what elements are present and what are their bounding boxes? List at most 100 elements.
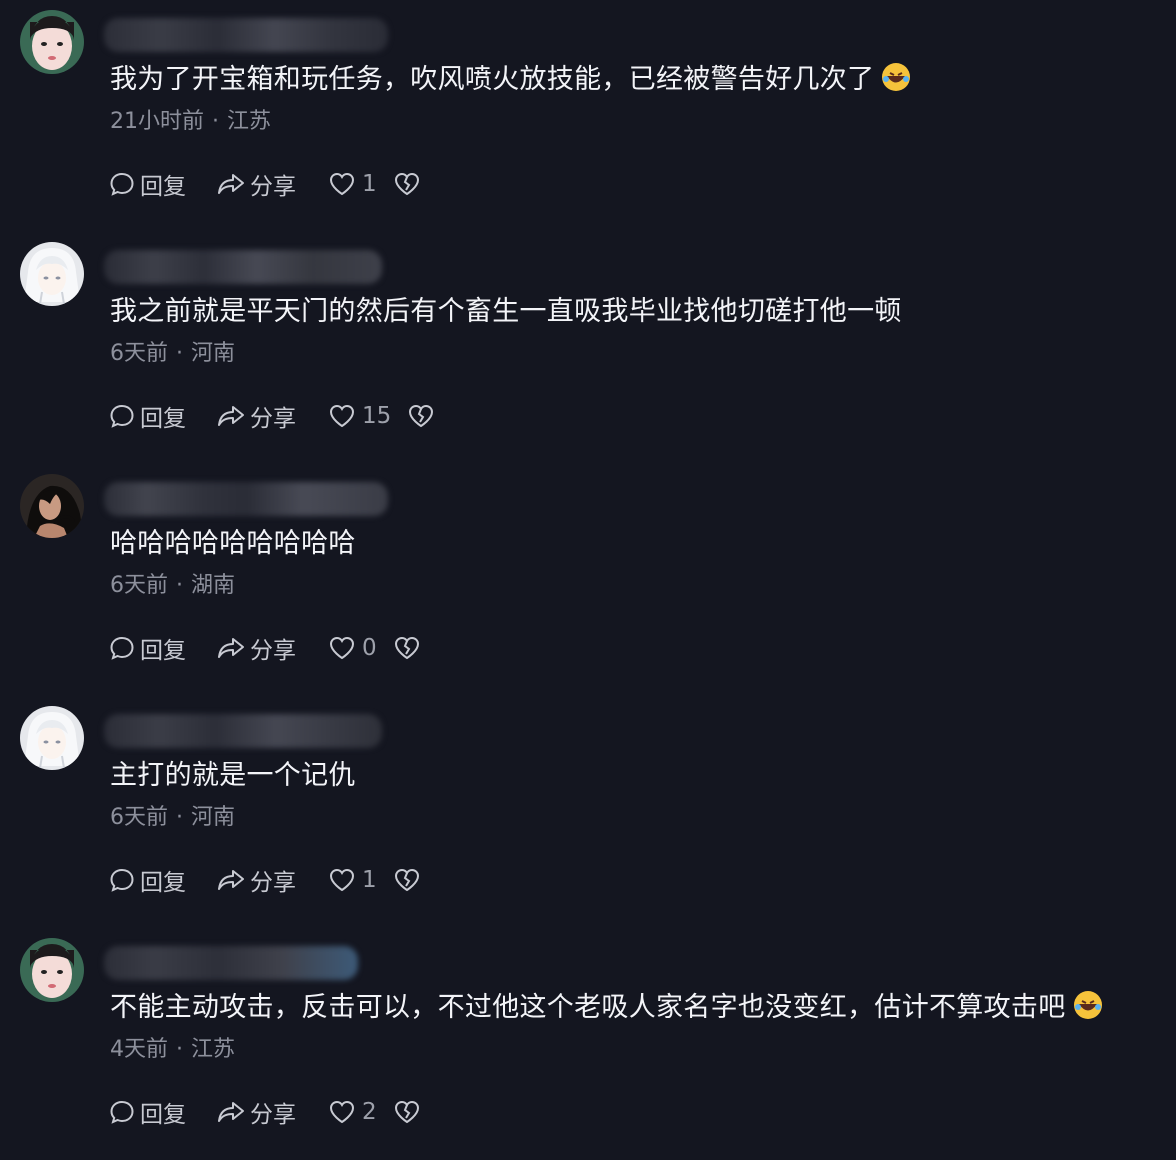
- meta-separator: ·: [212, 109, 219, 134]
- rofl-emoji-icon: [1072, 989, 1104, 1033]
- reply-label: 回复: [140, 1102, 186, 1128]
- comment-item: 哈哈哈哈哈哈哈哈哈 6天前 · 湖南 回复 分享 0: [0, 464, 1176, 696]
- heart-icon: [329, 172, 355, 196]
- like-count: 0: [362, 635, 377, 661]
- comment-text: 不能主动攻击，反击可以，不过他这个老吸人家名字也没变红，估计不算攻击吧: [110, 988, 1104, 1033]
- share-arrow-icon: [218, 870, 244, 890]
- rofl-emoji-icon: [880, 61, 912, 105]
- reply-label: 回复: [140, 406, 186, 432]
- white-hair-anime-avatar-icon: [20, 706, 84, 770]
- comment-time: 21小时前: [110, 109, 204, 134]
- meta-separator: ·: [176, 573, 183, 598]
- comment-location: 江苏: [227, 109, 272, 134]
- comment-bubble-icon: [110, 172, 134, 196]
- comment-actions: 回复 分享 0: [108, 630, 421, 666]
- girl-face-avatar-icon: [20, 10, 84, 74]
- reply-label: 回复: [140, 174, 186, 200]
- like-button[interactable]: 2: [328, 1098, 377, 1126]
- heart-icon: [329, 636, 355, 660]
- comment-time: 6天前: [110, 573, 168, 598]
- comment-time: 4天前: [110, 1037, 168, 1062]
- comment-location: 湖南: [191, 573, 236, 598]
- like-count: 1: [362, 867, 377, 893]
- comment-meta: 21小时前 · 江苏: [110, 107, 271, 137]
- comment-actions: 回复 分享 15: [108, 398, 435, 434]
- username-blurred[interactable]: [104, 482, 388, 516]
- comment-text: 主打的就是一个记仇: [110, 756, 356, 796]
- reply-label: 回复: [140, 870, 186, 896]
- comment-text-content: 哈哈哈哈哈哈哈哈哈: [110, 528, 356, 559]
- like-count: 15: [362, 403, 392, 429]
- heart-icon: [329, 868, 355, 892]
- like-button[interactable]: 1: [328, 170, 377, 198]
- broken-heart-icon: [394, 1100, 419, 1124]
- comment-item: 我为了开宝箱和玩任务，吹风喷火放技能，已经被警告好几次了 21小时前 · 江苏 回复…: [0, 0, 1176, 232]
- comment-bubble-icon: [110, 404, 134, 428]
- username-blurred[interactable]: [104, 250, 382, 284]
- comment-item: 不能主动攻击，反击可以，不过他这个老吸人家名字也没变红，估计不算攻击吧 4天前 ·…: [0, 928, 1176, 1160]
- heart-icon: [329, 1100, 355, 1124]
- share-button[interactable]: 分享: [216, 167, 328, 201]
- username-blurred[interactable]: [104, 946, 358, 980]
- share-label: 分享: [250, 870, 296, 896]
- comment-meta: 6天前 · 河南: [110, 803, 235, 833]
- dislike-button[interactable]: [393, 634, 421, 662]
- dislike-button[interactable]: [393, 170, 421, 198]
- reply-button[interactable]: 回复: [108, 167, 216, 201]
- broken-heart-icon: [394, 636, 419, 660]
- dislike-button[interactable]: [393, 1098, 421, 1126]
- girl-face-avatar-icon: [20, 938, 84, 1002]
- reply-label: 回复: [140, 638, 186, 664]
- reply-button[interactable]: 回复: [108, 863, 216, 897]
- comment-text-content: 我为了开宝箱和玩任务，吹风喷火放技能，已经被警告好几次了: [110, 64, 875, 95]
- reply-button[interactable]: 回复: [108, 399, 216, 433]
- dislike-button[interactable]: [393, 866, 421, 894]
- comment-meta: 4天前 · 江苏: [110, 1035, 235, 1065]
- like-button[interactable]: 15: [328, 402, 391, 430]
- share-label: 分享: [250, 1102, 296, 1128]
- like-button[interactable]: 0: [328, 634, 377, 662]
- broken-heart-icon: [409, 404, 434, 428]
- comment-text-content: 不能主动攻击，反击可以，不过他这个老吸人家名字也没变红，估计不算攻击吧: [110, 992, 1066, 1023]
- username-blurred[interactable]: [104, 714, 382, 748]
- share-button[interactable]: 分享: [216, 399, 328, 433]
- comment-actions: 回复 分享 1: [108, 862, 421, 898]
- share-arrow-icon: [218, 174, 244, 194]
- share-button[interactable]: 分享: [216, 1095, 328, 1129]
- white-hair-anime-avatar-icon: [20, 242, 84, 306]
- user-avatar[interactable]: [20, 242, 84, 306]
- dark-portrait-avatar-icon: [20, 474, 84, 538]
- comment-meta: 6天前 · 河南: [110, 339, 235, 369]
- comment-bubble-icon: [110, 636, 134, 660]
- meta-separator: ·: [176, 805, 183, 830]
- heart-icon: [329, 404, 355, 428]
- comment-meta: 6天前 · 湖南: [110, 571, 235, 601]
- user-avatar[interactable]: [20, 10, 84, 74]
- dislike-button[interactable]: [407, 402, 435, 430]
- reply-button[interactable]: 回复: [108, 631, 216, 665]
- user-avatar[interactable]: [20, 706, 84, 770]
- user-avatar[interactable]: [20, 938, 84, 1002]
- share-arrow-icon: [218, 638, 244, 658]
- comment-bubble-icon: [110, 1100, 134, 1124]
- meta-separator: ·: [176, 341, 183, 366]
- share-button[interactable]: 分享: [216, 863, 328, 897]
- username-blurred[interactable]: [104, 18, 388, 52]
- share-label: 分享: [250, 638, 296, 664]
- share-button[interactable]: 分享: [216, 631, 328, 665]
- like-count: 2: [362, 1099, 377, 1125]
- comment-text: 哈哈哈哈哈哈哈哈哈: [110, 524, 356, 564]
- reply-button[interactable]: 回复: [108, 1095, 216, 1129]
- comment-item: 我之前就是平天门的然后有个畜生一直吸我毕业找他切磋打他一顿 6天前 · 河南 回复 …: [0, 232, 1176, 464]
- comment-time: 6天前: [110, 341, 168, 366]
- comment-location: 河南: [191, 805, 236, 830]
- comment-time: 6天前: [110, 805, 168, 830]
- comment-location: 河南: [191, 341, 236, 366]
- like-count: 1: [362, 171, 377, 197]
- like-button[interactable]: 1: [328, 866, 377, 894]
- meta-separator: ·: [176, 1037, 183, 1062]
- comment-text-content: 我之前就是平天门的然后有个畜生一直吸我毕业找他切磋打他一顿: [110, 296, 902, 327]
- user-avatar[interactable]: [20, 474, 84, 538]
- broken-heart-icon: [394, 868, 419, 892]
- comment-actions: 回复 分享 1: [108, 166, 421, 202]
